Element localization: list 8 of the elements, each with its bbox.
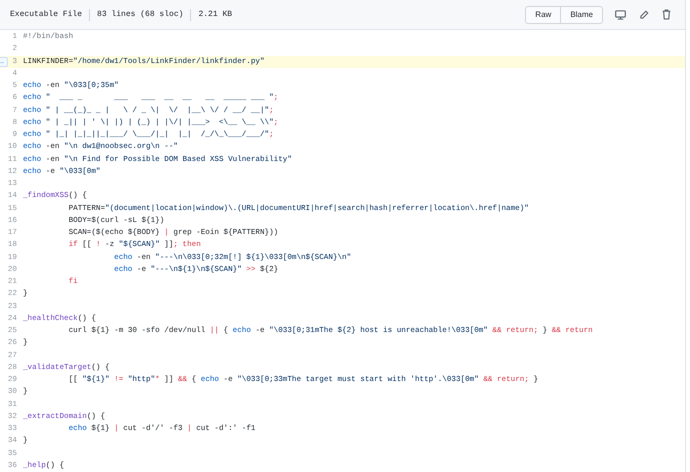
- desktop-icon[interactable]: [615, 10, 626, 20]
- trash-icon[interactable]: [662, 9, 671, 20]
- toolbar-button[interactable]: Raw: [525, 6, 562, 24]
- toolbar-button[interactable]: Blame: [561, 6, 603, 24]
- file-info-text: Executable File: [10, 8, 82, 20]
- file-info-text: 83 lines (68 sloc): [89, 8, 184, 20]
- file-info-text: 2.21 KB: [190, 8, 232, 20]
- pencil-icon[interactable]: [639, 10, 649, 20]
